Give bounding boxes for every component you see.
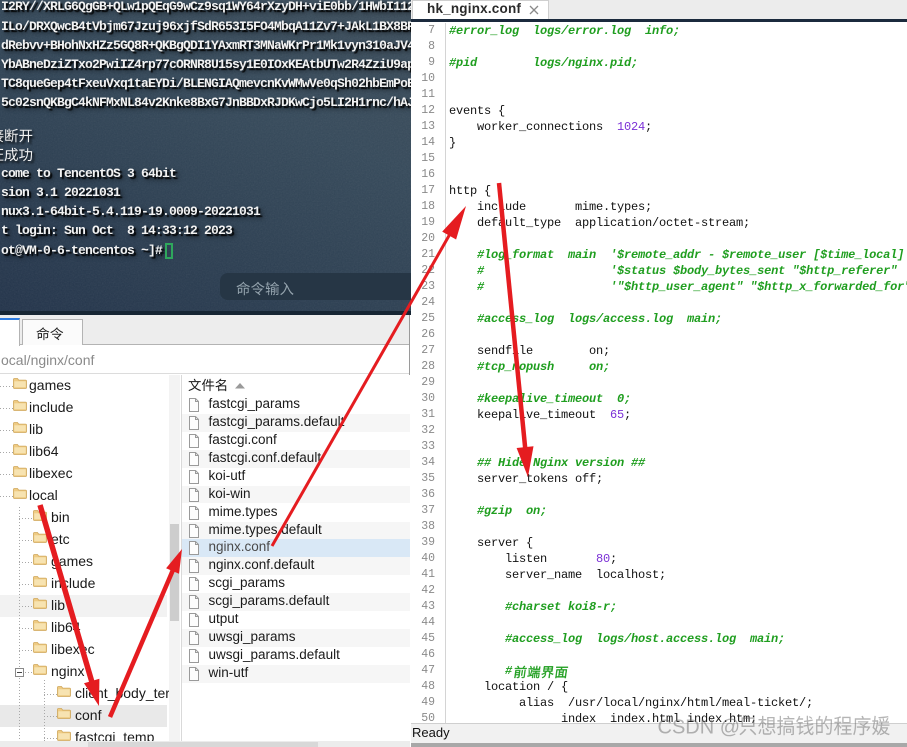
svg-text:CSDN @: CSDN @ <box>658 717 741 739</box>
